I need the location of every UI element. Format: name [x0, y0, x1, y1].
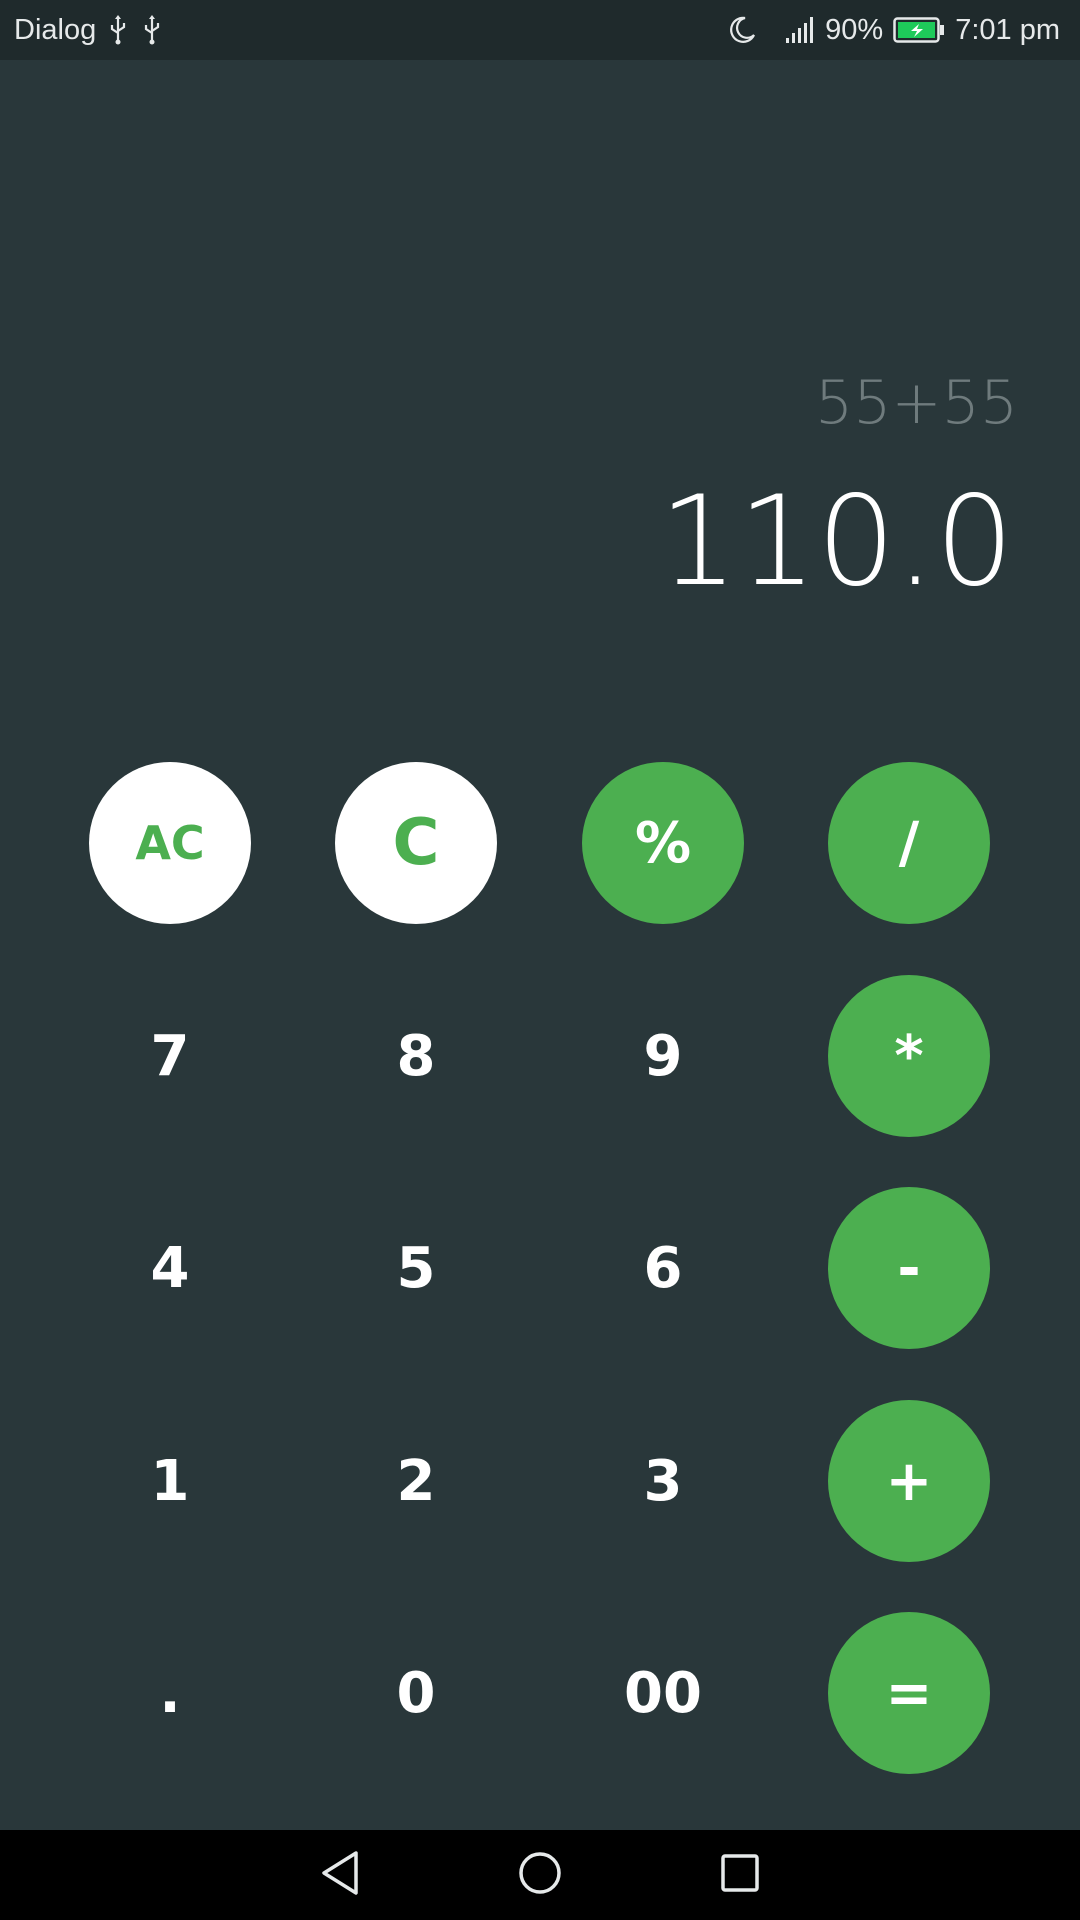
digit-1-button[interactable]: 1 [89, 1400, 251, 1562]
moon-icon [727, 15, 757, 45]
all-clear-button[interactable]: AC [89, 762, 251, 924]
digit-3-button[interactable]: 3 [582, 1400, 744, 1562]
status-bar: Dialog 90% 7:01 pm [0, 0, 1080, 60]
battery-percent: 90% [825, 13, 884, 46]
divide-button[interactable]: / [828, 762, 990, 924]
digit-6-button[interactable]: 6 [582, 1187, 744, 1349]
digit-2-button[interactable]: 2 [335, 1400, 497, 1562]
digit-8-button[interactable]: 8 [335, 975, 497, 1137]
clock: 7:01 pm [955, 13, 1060, 46]
usb-icon [140, 15, 164, 45]
recents-icon [720, 1853, 760, 1898]
signal-icon [785, 16, 815, 44]
navigation-bar [0, 1830, 1080, 1920]
equals-button[interactable]: = [828, 1612, 990, 1774]
back-button[interactable] [295, 1830, 385, 1920]
status-left: Dialog [14, 0, 164, 60]
digit-4-button[interactable]: 4 [89, 1187, 251, 1349]
minus-button[interactable]: - [828, 1187, 990, 1349]
recents-button[interactable] [695, 1830, 785, 1920]
battery-charging-icon [893, 16, 945, 44]
percent-button[interactable]: % [582, 762, 744, 924]
back-icon [318, 1849, 362, 1902]
status-right: 90% 7:01 pm [727, 0, 1060, 60]
multiply-button[interactable]: * [828, 975, 990, 1137]
clear-button[interactable]: C [335, 762, 497, 924]
digit-7-button[interactable]: 7 [89, 975, 251, 1137]
digit-0-button[interactable]: 0 [335, 1612, 497, 1774]
digit-5-button[interactable]: 5 [335, 1187, 497, 1349]
digit-9-button[interactable]: 9 [582, 975, 744, 1137]
usb-icon [106, 15, 130, 45]
home-icon [517, 1850, 563, 1901]
double-zero-button[interactable]: 00 [582, 1612, 744, 1774]
expression-display: 55+55 [815, 368, 1018, 438]
carrier-name: Dialog [14, 13, 97, 46]
home-button[interactable] [495, 1830, 585, 1920]
plus-button[interactable]: + [828, 1400, 990, 1562]
result-display: 110.0 [659, 470, 1014, 614]
decimal-point-button[interactable]: . [89, 1612, 251, 1774]
